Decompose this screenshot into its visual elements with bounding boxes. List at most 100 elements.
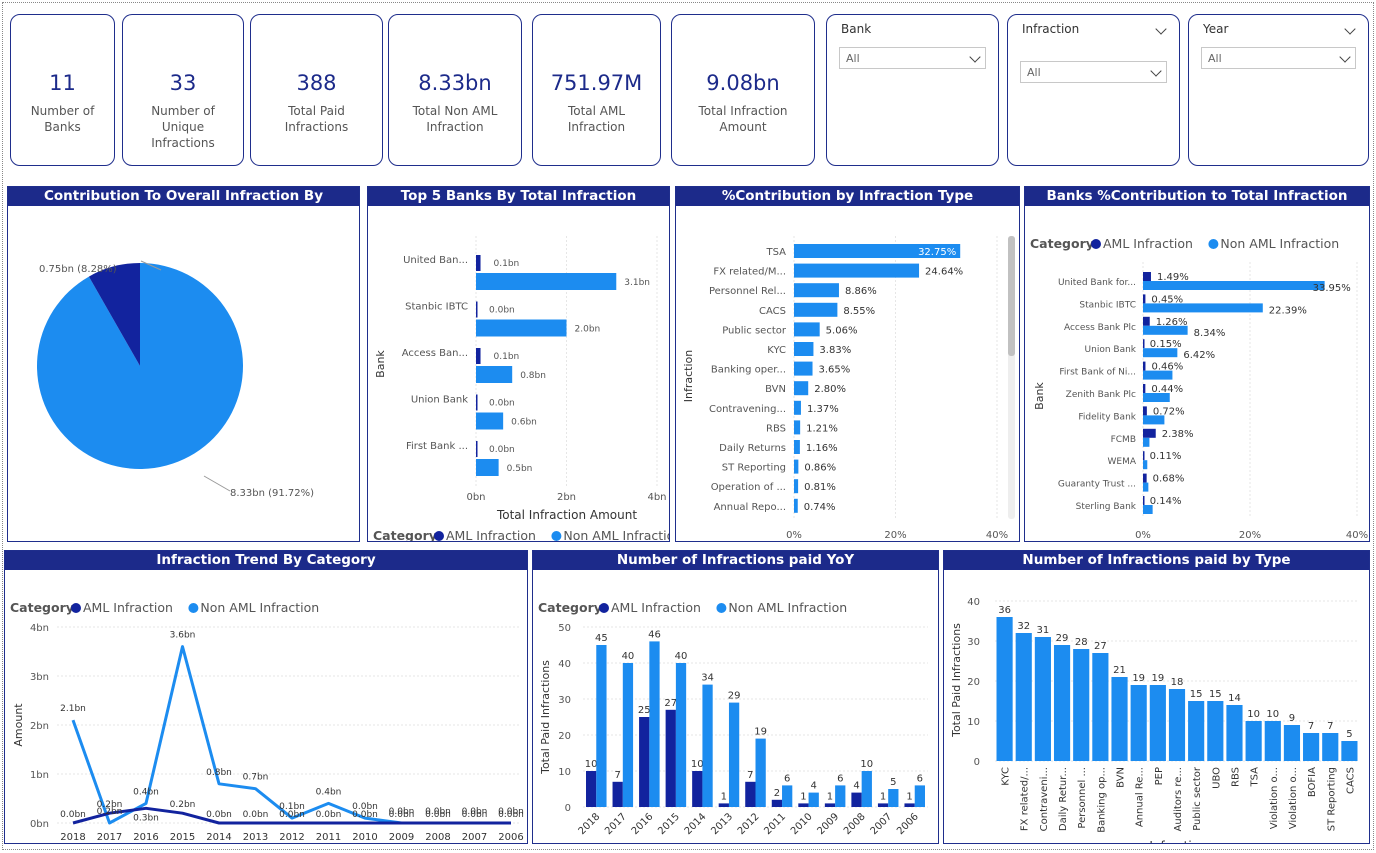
- data-label: 34: [701, 673, 714, 684]
- axis-title-y: Total Paid Infractions: [539, 660, 552, 775]
- x-tick-label: 2016: [133, 832, 158, 843]
- data-label: 0.74%: [804, 502, 836, 513]
- y-tick-label: 0bn: [30, 819, 49, 830]
- category-label: FCMB: [1111, 435, 1136, 445]
- y-tick-label: 4bn: [30, 623, 49, 634]
- bar: [794, 263, 920, 278]
- axis-title-y: Bank: [374, 350, 387, 378]
- kpi-card-aml[interactable]: 751.97M Total AML Infraction: [532, 14, 661, 166]
- bar: [1073, 649, 1090, 761]
- category-label: Union Bank: [1085, 345, 1137, 355]
- x-tick-label: KYC: [1001, 767, 1012, 786]
- legend-marker: [1208, 239, 1219, 249]
- data-label: 2: [774, 788, 780, 799]
- y-tick-label: 10: [558, 767, 571, 778]
- x-tick-label: 2011: [762, 811, 788, 837]
- kpi-card-non-aml[interactable]: 8.33bn Total Non AML Infraction: [388, 14, 522, 166]
- slicer-title: Bank: [841, 22, 872, 36]
- legend-marker: [599, 603, 609, 613]
- yoy-chart: Category AML Infraction Non AML Infraction…: [538, 600, 928, 837]
- dropdown-value: All: [1208, 52, 1222, 65]
- panel-pie[interactable]: Contribution To Overall Infraction By Ca…: [7, 186, 360, 542]
- year-dropdown[interactable]: All: [1201, 47, 1356, 69]
- category-label: BVN: [765, 384, 786, 395]
- kpi-value: 8.33bn: [418, 71, 492, 95]
- chevron-down-icon[interactable]: [1344, 23, 1356, 35]
- kpi-card-unique-infractions[interactable]: 33 Number of Unique Infractions: [122, 14, 244, 166]
- legend-marker: [1091, 239, 1101, 249]
- panel-top5[interactable]: Top 5 Banks By Total Infraction Bank 0bn 2…: [367, 186, 670, 542]
- y-tick-label: 1bn: [30, 770, 49, 781]
- x-tick-label: 20%: [884, 530, 906, 541]
- kpi-card-banks[interactable]: 11 Number of Banks: [10, 14, 115, 166]
- data-label: 0.2bn: [97, 807, 123, 817]
- bank-dropdown[interactable]: All: [839, 47, 986, 69]
- x-tick-label: 2013: [243, 832, 268, 843]
- data-label: 6: [784, 773, 790, 784]
- category-label: Daily Returns: [719, 443, 786, 454]
- bar: [1283, 725, 1301, 761]
- data-label: 7: [1308, 721, 1314, 732]
- data-label: 2.1bn: [60, 704, 86, 714]
- legend-marker: [551, 531, 562, 541]
- bar-aml: [476, 301, 478, 318]
- bar-non-aml: [888, 789, 899, 807]
- bar: [794, 498, 798, 513]
- category-label: Annual Repo...: [714, 502, 786, 513]
- y-tick-label: 10: [967, 717, 980, 728]
- data-label: 1.21%: [806, 423, 838, 434]
- bar-aml: [877, 803, 889, 807]
- data-label: 0.0bn: [206, 810, 232, 820]
- data-label: 0.0bn: [489, 399, 515, 409]
- bar-aml: [1143, 384, 1146, 393]
- infraction-dropdown[interactable]: All: [1020, 61, 1167, 83]
- data-label: 5.06%: [826, 325, 858, 336]
- bar: [1168, 689, 1186, 761]
- bar-non-aml: [476, 319, 567, 337]
- data-label: 28: [1075, 637, 1088, 648]
- data-label: 27: [1094, 641, 1107, 652]
- panel-bytype[interactable]: Number of Infractions paid by Type 0 10 20…: [943, 550, 1370, 844]
- kpi-value: 11: [49, 71, 76, 95]
- x-tick-label: 2012: [279, 832, 304, 843]
- bar-non-aml: [596, 645, 607, 807]
- bar-aml: [665, 709, 676, 807]
- kpi-card-total-amount[interactable]: 9.08bn Total Infraction Amount: [671, 14, 815, 166]
- panel-trend[interactable]: Infraction Trend By Category Category AML…: [4, 550, 528, 844]
- data-label: 9: [1289, 713, 1295, 724]
- slicer-year[interactable]: Year All: [1188, 14, 1369, 166]
- data-label: 0.3bn: [133, 813, 159, 823]
- panel-types[interactable]: %Contribution by Infraction Type Infract…: [675, 186, 1020, 542]
- data-label: 3.1bn: [624, 278, 650, 288]
- chevron-down-icon[interactable]: [1155, 23, 1167, 35]
- data-label: 0.0bn: [243, 810, 269, 820]
- data-label: 7: [614, 770, 620, 781]
- panel-yoy[interactable]: Number of Infractions paid YoY Category A…: [532, 550, 939, 844]
- data-label: 7: [747, 770, 753, 781]
- data-label: 0.5bn: [507, 464, 533, 474]
- bar: [794, 420, 801, 435]
- x-tick-label: 40%: [986, 530, 1008, 541]
- slicer-infraction[interactable]: Infraction All: [1007, 14, 1180, 166]
- data-label: 40: [622, 651, 635, 662]
- data-label: 19: [754, 727, 767, 738]
- data-label: 10: [585, 759, 598, 770]
- x-tick-label: PEP: [1154, 767, 1165, 785]
- slicer-title: Year: [1203, 22, 1229, 36]
- x-tick-label: CACS: [1345, 767, 1356, 794]
- panel-banks-pct[interactable]: Banks %Contribution to Total Infraction …: [1024, 186, 1370, 542]
- panel-title: Number of Infractions paid by Type: [944, 551, 1369, 570]
- data-label: 0.86%: [804, 463, 836, 474]
- slicer-bank[interactable]: Bank All: [826, 14, 999, 166]
- data-label: 46: [648, 629, 661, 640]
- kpi-card-total-paid[interactable]: 388 Total Paid Infractions: [250, 14, 383, 166]
- data-label: 1: [800, 791, 806, 802]
- x-tick-label: Daily Retur...: [1058, 767, 1069, 831]
- data-label: 29: [1056, 633, 1069, 644]
- bar: [1149, 685, 1166, 761]
- kpi-label: Total Infraction Amount: [698, 104, 788, 134]
- bar-aml: [798, 803, 809, 807]
- x-tick-label: Personnel ...: [1077, 767, 1088, 829]
- data-label: 8.55%: [843, 306, 875, 317]
- data-label: 0.0bn: [498, 807, 524, 817]
